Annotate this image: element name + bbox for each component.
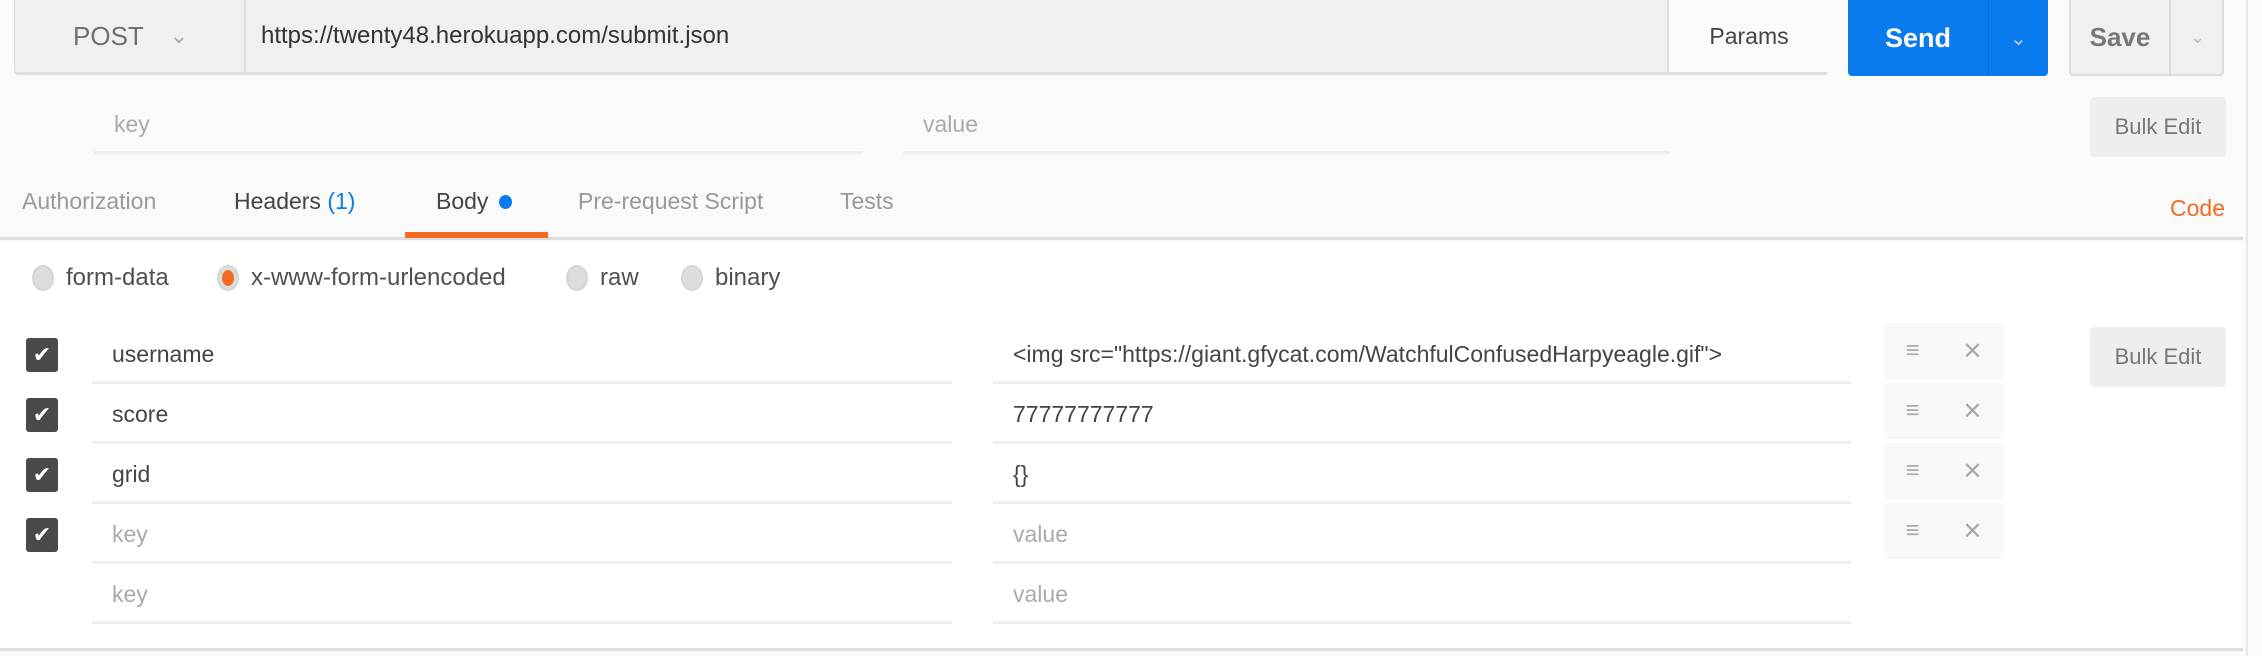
radio-label: form-data (66, 264, 169, 291)
key-input[interactable]: username (92, 327, 952, 384)
url-bar: POST ⌄ https://twenty48.herokuapp.com/sub… (14, 0, 1829, 75)
radio-label: binary (715, 264, 781, 291)
drag-handle-icon[interactable]: ≡ (1905, 517, 1919, 545)
key-input[interactable]: key (92, 507, 952, 564)
radio-label: raw (600, 264, 639, 291)
tab-pre-request-script[interactable]: Pre-request Script (578, 188, 763, 215)
checkbox-checked-icon[interactable]: ✔ (26, 338, 58, 372)
value-input[interactable]: {} (993, 447, 1851, 504)
params-button[interactable]: Params (1667, 0, 1829, 72)
tab-tests[interactable]: Tests (840, 188, 894, 215)
drag-handle-icon[interactable]: ≡ (1905, 457, 1919, 485)
checkbox-checked-icon[interactable]: ✔ (26, 458, 58, 492)
checkbox-checked-icon[interactable]: ✔ (26, 518, 58, 552)
radio-icon (566, 265, 588, 291)
radio-icon (32, 265, 54, 291)
divider (0, 648, 2243, 651)
close-icon[interactable]: ✕ (1962, 457, 1982, 486)
radio-label: x-www-form-urlencoded (251, 264, 506, 291)
request-tabs: Authorization Headers (1) Body Pre-reque… (0, 170, 2243, 240)
value-input[interactable]: value (993, 507, 1851, 564)
table-row-new: key value (0, 565, 2243, 625)
headers-count-badge: (1) (327, 188, 356, 214)
close-icon[interactable]: ✕ (1962, 517, 1982, 546)
table-row: ✔ key value ≡ ✕ (0, 503, 2243, 565)
url-input[interactable]: https://twenty48.herokuapp.com/submit.js… (261, 0, 729, 72)
radio-icon (681, 265, 703, 291)
row-actions: ≡ ✕ (1884, 323, 2004, 379)
send-dropdown-chevron-icon[interactable]: ⌄ (1988, 0, 2048, 76)
code-link[interactable]: Code (2170, 195, 2225, 222)
row-actions: ≡ ✕ (1884, 443, 2004, 499)
close-icon[interactable]: ✕ (1962, 397, 1982, 426)
params-bulk-edit-button[interactable]: Bulk Edit (2090, 97, 2226, 157)
save-dropdown-chevron-icon[interactable]: ⌄ (2169, 0, 2224, 74)
send-button[interactable]: Send (1848, 0, 1988, 76)
drag-handle-icon[interactable]: ≡ (1905, 337, 1919, 365)
send-button-group: Send ⌄ (1848, 0, 2048, 76)
tab-authorization[interactable]: Authorization (22, 188, 156, 215)
param-key-input[interactable]: key (94, 97, 863, 154)
value-input[interactable]: 77777777777 (993, 387, 1851, 444)
save-button-group: Save ⌄ (2069, 0, 2224, 76)
tab-headers[interactable]: Headers (1) (234, 188, 355, 215)
scrollbar[interactable] (2246, 0, 2262, 656)
key-input[interactable]: score (92, 387, 952, 444)
method-select[interactable]: POST ⌄ (15, 0, 246, 72)
row-actions: ≡ ✕ (1884, 503, 2004, 559)
radio-binary[interactable]: binary (681, 264, 780, 292)
tab-body[interactable]: Body (436, 188, 512, 215)
param-value-input[interactable]: value (903, 97, 1670, 154)
tab-headers-label: Headers (234, 188, 321, 214)
active-tab-indicator (405, 232, 548, 238)
checkbox-checked-icon[interactable]: ✔ (26, 398, 58, 432)
radio-raw[interactable]: raw (566, 264, 639, 292)
row-actions: ≡ ✕ (1884, 383, 2004, 439)
value-input[interactable]: <img src="https://giant.gfycat.com/Watch… (993, 327, 1851, 384)
chevron-down-icon: ⌄ (169, 23, 189, 48)
table-row: ✔ username <img src="https://giant.gfyca… (0, 323, 2243, 385)
method-label: POST (73, 20, 144, 51)
radio-form-data[interactable]: form-data (32, 264, 169, 292)
body-modified-dot-icon (498, 195, 512, 209)
value-input[interactable]: value (993, 567, 1851, 624)
table-row: ✔ grid {} ≡ ✕ (0, 443, 2243, 505)
tab-body-label: Body (436, 188, 489, 214)
radio-selected-icon (217, 265, 239, 291)
radio-x-www-form-urlencoded[interactable]: x-www-form-urlencoded (217, 264, 506, 292)
key-input[interactable]: grid (92, 447, 952, 504)
close-icon[interactable]: ✕ (1962, 337, 1982, 366)
drag-handle-icon[interactable]: ≡ (1905, 397, 1919, 425)
table-row: ✔ score 77777777777 ≡ ✕ (0, 383, 2243, 445)
save-button[interactable]: Save (2071, 0, 2169, 74)
body-bulk-edit-button[interactable]: Bulk Edit (2090, 327, 2226, 387)
key-input[interactable]: key (92, 567, 952, 624)
